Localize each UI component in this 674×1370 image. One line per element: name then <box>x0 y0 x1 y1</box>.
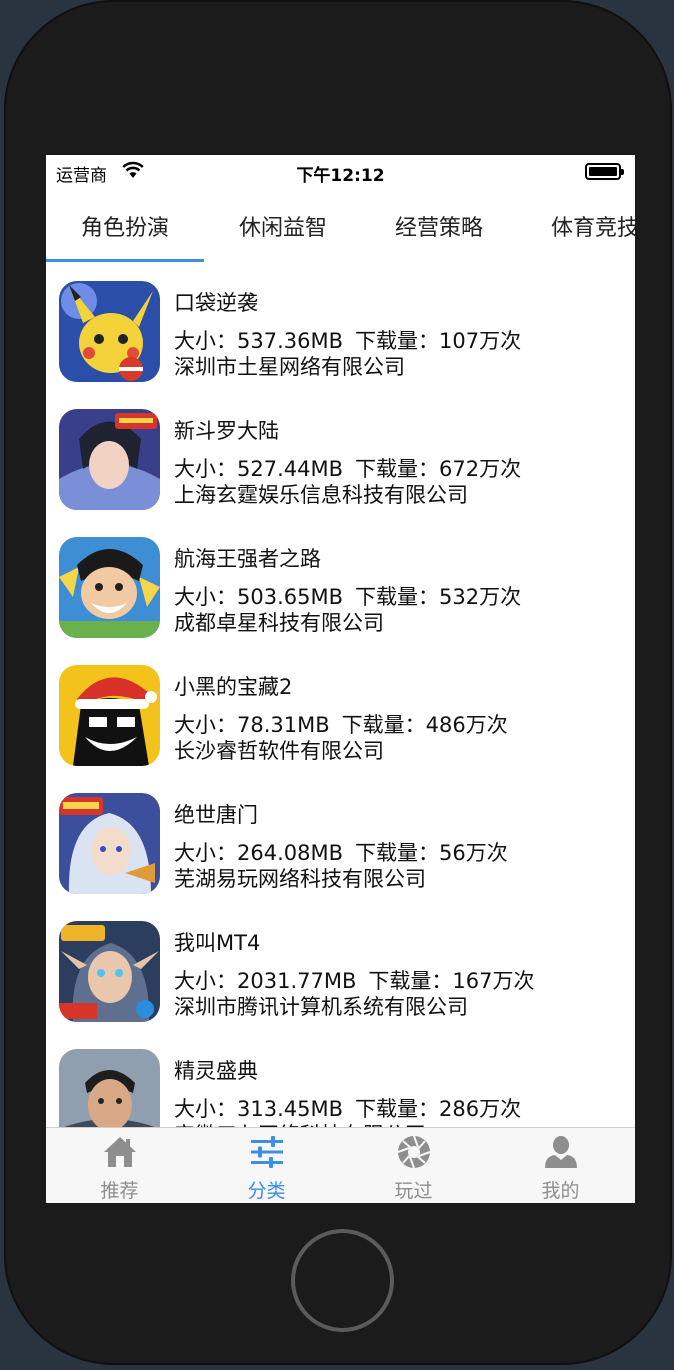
app-size: 大小：78.31MB <box>174 713 330 737</box>
bottom-tab-bar: 推荐 分类 玩过 我的 <box>46 1127 635 1203</box>
app-screen: 运营商 下午12:12 角色扮演 休闲益智 经营策略 体育竞技 口袋逆袭 大小：… <box>46 155 635 1203</box>
tab-casual-puzzle[interactable]: 休闲益智 <box>204 207 362 263</box>
battery-icon <box>585 163 624 180</box>
list-item[interactable]: 绝世唐门 大小：264.08MB 下载量：56万次 芜湖易玩网络科技有限公司 <box>46 775 635 903</box>
list-item[interactable]: 航海王强者之路 大小：503.65MB 下载量：532万次 成都卓星科技有限公司 <box>46 519 635 647</box>
list-item[interactable]: 口袋逆袭 大小：537.36MB 下载量：107万次 深圳市土星网络有限公司 <box>46 263 635 391</box>
app-downloads: 下载量：167万次 <box>368 969 535 993</box>
app-name: 航海王强者之路 <box>174 547 321 571</box>
actor-game-icon <box>59 1049 160 1127</box>
app-name: 精灵盛典 <box>174 1059 258 1083</box>
tabbar-label: 推荐 <box>100 1180 139 1202</box>
tabbar-label: 玩过 <box>394 1180 433 1202</box>
pirate-game-icon <box>59 537 160 638</box>
app-company: 安徽三七网络科技有限公司 <box>174 1119 426 1127</box>
app-size: 大小：313.45MB <box>174 1097 344 1121</box>
app-list[interactable]: 口袋逆袭 大小：537.36MB 下载量：107万次 深圳市土星网络有限公司 新斗… <box>46 263 635 1127</box>
app-size: 大小：503.65MB <box>174 585 344 609</box>
list-item[interactable]: 小黑的宝藏2 大小：78.31MB 下载量：486万次 长沙睿哲软件有限公司 <box>46 647 635 775</box>
app-downloads: 下载量：486万次 <box>341 713 508 737</box>
app-name: 口袋逆袭 <box>174 291 258 315</box>
list-item[interactable]: 精灵盛典 大小：313.45MB 下载量：286万次 安徽三七网络科技有限公司 <box>46 1031 635 1127</box>
app-size: 大小：527.44MB <box>174 457 344 481</box>
app-name: 绝世唐门 <box>174 803 258 827</box>
tabbar-item-recommend[interactable]: 推荐 <box>46 1128 193 1203</box>
app-downloads: 下载量：107万次 <box>355 329 522 353</box>
app-downloads: 下载量：532万次 <box>355 585 522 609</box>
app-name: 小黑的宝藏2 <box>174 675 293 699</box>
app-size: 大小：537.36MB <box>174 329 344 353</box>
aperture-icon <box>397 1135 431 1169</box>
pikachu-game-icon <box>59 281 160 382</box>
app-downloads: 下载量：672万次 <box>355 457 522 481</box>
tab-sports[interactable]: 体育竞技 <box>516 207 635 263</box>
status-time: 下午12:12 <box>296 166 385 186</box>
home-icon <box>104 1137 136 1167</box>
app-company: 芜湖易玩网络科技有限公司 <box>174 867 426 891</box>
app-name: 新斗罗大陆 <box>174 419 279 443</box>
tabbar-label: 我的 <box>541 1180 580 1202</box>
user-icon <box>545 1136 577 1168</box>
home-button[interactable] <box>291 1229 394 1332</box>
app-name: 我叫MT4 <box>174 931 261 955</box>
app-company: 深圳市腾讯计算机系统有限公司 <box>174 995 468 1019</box>
anime-hero-game-icon <box>59 409 160 510</box>
elf-game-icon <box>59 921 160 1022</box>
app-company: 长沙睿哲软件有限公司 <box>174 739 384 763</box>
app-downloads: 下载量：56万次 <box>355 841 508 865</box>
tabbar-item-mine[interactable]: 我的 <box>487 1128 634 1203</box>
status-bar: 运营商 下午12:12 <box>46 155 635 189</box>
list-item[interactable]: 新斗罗大陆 大小：527.44MB 下载量：672万次 上海玄霆娱乐信息科技有限公… <box>46 391 635 519</box>
anime-girl-game-icon <box>59 793 160 894</box>
app-company: 上海玄霆娱乐信息科技有限公司 <box>174 483 468 507</box>
tabbar-label: 分类 <box>247 1180 286 1202</box>
app-company: 深圳市土星网络有限公司 <box>174 355 405 379</box>
black-santa-game-icon <box>59 665 160 766</box>
app-downloads: 下载量：286万次 <box>355 1097 522 1121</box>
sliders-icon <box>251 1136 283 1168</box>
app-size: 大小：264.08MB <box>174 841 344 865</box>
app-company: 成都卓星科技有限公司 <box>174 611 384 635</box>
tabbar-item-played[interactable]: 玩过 <box>340 1128 487 1203</box>
category-tabs: 角色扮演 休闲益智 经营策略 体育竞技 <box>46 207 635 263</box>
app-size: 大小：2031.77MB <box>174 969 357 993</box>
tabbar-item-category[interactable]: 分类 <box>193 1128 340 1203</box>
tab-selected-indicator <box>46 259 204 262</box>
tab-role-playing[interactable]: 角色扮演 <box>46 207 204 263</box>
list-item[interactable]: 我叫MT4 大小：2031.77MB 下载量：167万次 深圳市腾讯计算机系统有限… <box>46 903 635 1031</box>
tab-strategy[interactable]: 经营策略 <box>360 207 518 263</box>
